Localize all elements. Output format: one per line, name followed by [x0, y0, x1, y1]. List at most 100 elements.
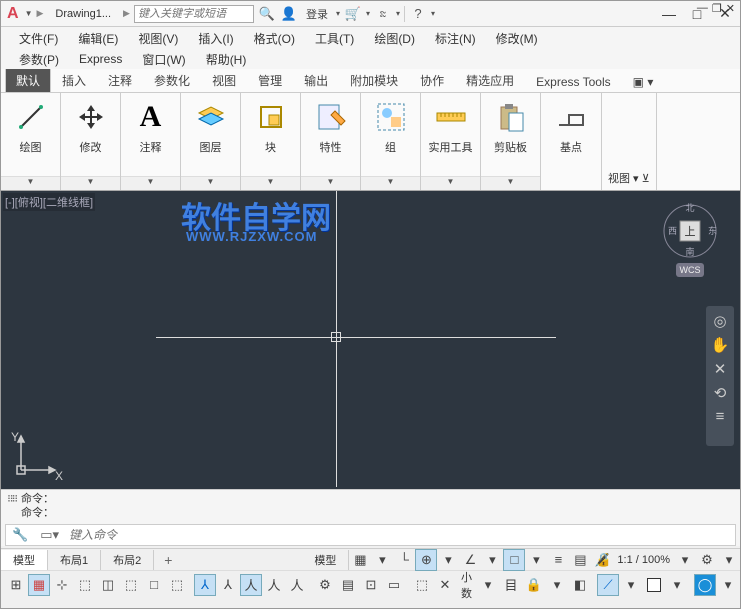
basepoint-button[interactable]: 基点 [553, 99, 589, 155]
d10[interactable]: ▾ [717, 574, 739, 596]
status-clean-icon[interactable]: ▭ [383, 574, 405, 596]
status-units-label[interactable]: 小数 [457, 569, 476, 601]
status-ortho-icon[interactable]: └ [393, 549, 415, 571]
command-input[interactable] [65, 528, 735, 542]
status-3dosnap-icon[interactable]: ⬚ [74, 574, 96, 596]
measure-button[interactable]: 实用工具 [429, 99, 473, 155]
panel-utils-drop[interactable]: ▼ [421, 176, 480, 190]
document-name[interactable]: Drawing1... [47, 8, 119, 20]
menu-file[interactable]: 文件(F) [9, 30, 68, 47]
minimize-button[interactable]: — [658, 6, 680, 22]
drawing-canvas[interactable]: [-][俯视][二维线框] Y X 北 西 东 南 上 WCS ◎ ✋ ✕ ⟲ … [1, 191, 740, 489]
nav-zoom-icon[interactable]: ✕ [714, 360, 727, 378]
status-anno3-icon[interactable]: 人 [240, 574, 262, 596]
search-input[interactable] [134, 5, 254, 23]
status-snap-icon[interactable]: ⊞ [5, 574, 27, 596]
share-icon[interactable]: ᦰ [374, 5, 392, 23]
panel-modify-drop[interactable]: ▼ [61, 176, 120, 190]
status-model-button[interactable]: 模型 [302, 550, 349, 570]
layout-tab-1[interactable]: 布局1 [48, 550, 101, 570]
status-dynconstraint-icon[interactable]: ◫ [97, 574, 119, 596]
panel-group-drop[interactable]: ▼ [361, 176, 420, 190]
block-button[interactable]: 块 [253, 99, 289, 155]
viewport-label[interactable]: [-][俯视][二维线框] [3, 193, 95, 211]
nav-fullnav-icon[interactable]: ◎ [713, 312, 726, 330]
command-grip[interactable]: ⠿⠿ [7, 492, 21, 520]
status-isolate-icon[interactable]: ◧ [569, 574, 591, 596]
layout-add-button[interactable]: + [154, 552, 182, 568]
nav-pan-icon[interactable]: ✋ [711, 336, 730, 354]
status-osnap-icon[interactable]: □ [503, 549, 525, 571]
status-anno5-icon[interactable]: 人 [286, 574, 308, 596]
status-quickprops-icon[interactable]: 目 [500, 574, 522, 596]
panel-annotate-drop[interactable]: ▼ [121, 176, 180, 190]
d5[interactable]: ▾ [718, 549, 740, 571]
status-annoscale-icon[interactable]: 🔏 [591, 549, 613, 571]
d4[interactable]: ▾ [674, 549, 696, 571]
status-lwt-icon[interactable]: ≡ [547, 549, 569, 571]
menu-help[interactable]: 帮助(H) [196, 51, 257, 68]
status-lockui-icon[interactable]: 🔒 [523, 574, 545, 596]
panel-props-drop[interactable]: ▼ [301, 176, 360, 190]
status-infer-icon[interactable]: ▦ [28, 574, 50, 596]
status-selection-icon[interactable]: □ [143, 574, 165, 596]
status-gear-icon[interactable]: ⚙ [696, 549, 718, 571]
ribbon-overflow[interactable]: ▣ ▾ [622, 70, 665, 92]
app-menu-dropdown[interactable]: ▼ [25, 9, 33, 18]
command-line[interactable]: 🔧 ▭▾ [5, 524, 736, 546]
group-button[interactable]: 组 [373, 99, 409, 155]
status-scale[interactable]: 1:1 / 100% [613, 554, 674, 566]
status-gizmo-icon[interactable]: ⬚ [166, 574, 188, 596]
d8[interactable]: ▾ [620, 574, 642, 596]
menu-edit[interactable]: 编辑(E) [68, 30, 128, 47]
d7[interactable]: ▾ [546, 574, 568, 596]
ribbon-tab-express[interactable]: Express Tools [525, 70, 621, 92]
cart-icon[interactable]: 🛒 [344, 5, 362, 23]
menu-express[interactable]: Express [69, 52, 132, 66]
nav-more-icon[interactable]: ≡ [716, 408, 725, 425]
text-button[interactable]: A 注释 [133, 99, 169, 155]
move-button[interactable]: 修改 [73, 99, 109, 155]
ribbon-tab-featured[interactable]: 精选应用 [455, 67, 525, 92]
view-panel-label[interactable]: 视图 ▾ ⊻ [608, 170, 650, 186]
ribbon-tab-annotate[interactable]: 注释 [97, 67, 143, 92]
status-polar-icon[interactable]: ⊕ [415, 549, 437, 571]
status-anno4-icon[interactable]: 人 [263, 574, 285, 596]
layers-button[interactable]: 图层 [193, 99, 229, 155]
ribbon-tab-default[interactable]: 默认 [5, 67, 51, 92]
ribbon-tab-param[interactable]: 参数化 [143, 67, 201, 92]
line-button[interactable]: 绘图 [13, 99, 49, 155]
mdi-close[interactable]: ✕ [726, 2, 735, 15]
menu-draw[interactable]: 绘图(D) [364, 30, 425, 47]
status-otrack-icon[interactable]: ⬚ [120, 574, 142, 596]
status-layer-swatch[interactable] [643, 574, 665, 596]
status-graphics-icon[interactable]: ⟋ [597, 574, 619, 596]
viewcube[interactable]: 北 西 东 南 上 WCS [660, 201, 720, 281]
status-annomon-icon[interactable]: ⅄ [194, 574, 216, 596]
menu-insert[interactable]: 插入(I) [188, 30, 243, 47]
ribbon-tab-output[interactable]: 输出 [293, 67, 339, 92]
status-grid-icon[interactable]: ▦ [349, 549, 371, 571]
layout-tab-2[interactable]: 布局2 [101, 550, 154, 570]
status-isodraft-icon[interactable]: ∠ [459, 549, 481, 571]
d9[interactable]: ▾ [666, 574, 688, 596]
status-ws-icon[interactable]: ⚙ [314, 574, 336, 596]
panel-clipboard-drop[interactable]: ▼ [481, 176, 540, 190]
command-recent-icon[interactable]: ▭▾ [34, 527, 65, 543]
share-dropdown[interactable]: ▾ [396, 9, 400, 18]
help-dropdown[interactable]: ▾ [431, 9, 435, 18]
menu-format[interactable]: 格式(O) [244, 30, 305, 47]
status-units-x-icon[interactable]: ✕ [434, 574, 456, 596]
cart-dropdown[interactable]: ▾ [366, 9, 370, 18]
menu-param[interactable]: 参数(P) [9, 51, 69, 68]
menu-modify[interactable]: 修改(M) [486, 30, 548, 47]
app-logo[interactable]: A [5, 5, 21, 23]
ribbon-tab-insert[interactable]: 插入 [51, 67, 97, 92]
panel-block-drop[interactable]: ▼ [241, 176, 300, 190]
navigation-bar[interactable]: ◎ ✋ ✕ ⟲ ≡ [706, 306, 734, 446]
status-custom-icon[interactable]: ◯ [694, 574, 716, 596]
status-dyn-icon[interactable]: ⊹ [51, 574, 73, 596]
login-dropdown[interactable]: ▾ [336, 9, 340, 18]
d1[interactable]: ▾ [437, 549, 459, 571]
panel-layers-drop[interactable]: ▼ [181, 176, 240, 190]
